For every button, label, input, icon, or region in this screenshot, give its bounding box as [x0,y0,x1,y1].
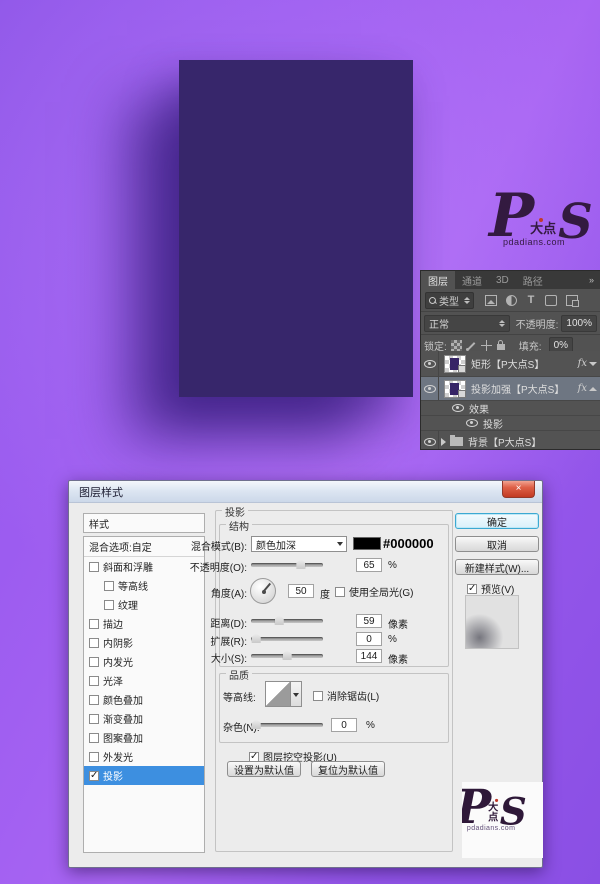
layer-filter-row: 类型 T [421,289,600,312]
use-global-light-checkbox[interactable]: 使用全局光(G) [335,584,413,599]
opacity-label: 不透明度: [516,316,559,331]
distance-slider[interactable] [251,619,323,623]
style-item-outer-glow[interactable]: 外发光 [84,747,204,766]
style-item-satin[interactable]: 光泽 [84,671,204,690]
photoshop-canvas: P 大点 S pdadians.com 图层 通道 3D 路径 » 类型 [0,0,600,884]
new-style-button[interactable]: 新建样式(W)... [455,559,539,575]
preview-checkbox[interactable]: 预览(V) [467,581,514,596]
filter-adjustment-layers-icon[interactable] [506,295,517,306]
updown-arrows-icon [499,320,505,327]
tab-3d[interactable]: 3D [489,271,516,289]
watermark-dadian: 大点 [530,223,556,236]
layer-row-background-group[interactable]: 背景【P大点S】 [421,431,600,449]
fx-badge: fx [578,358,589,369]
filter-pixel-layers-icon[interactable] [485,295,497,306]
reset-default-button[interactable]: 复位为默认值 [311,761,385,777]
contour-thumbnail[interactable] [265,681,291,707]
visibility-eye-icon[interactable] [424,438,436,446]
shadow-color-swatch[interactable] [353,537,381,550]
make-default-button[interactable]: 设置为默认值 [227,761,301,777]
effects-row[interactable]: 效果 [421,401,600,416]
size-value-field[interactable]: 144 [356,649,382,663]
opacity-value-field[interactable]: 65 [356,558,382,572]
cancel-button[interactable]: 取消 [455,536,539,552]
ps-watermark-top: P 大点 S pdadians.com [489,186,593,247]
close-icon[interactable]: × [502,481,535,498]
style-item-gradient-overlay[interactable]: 渐变叠加 [84,709,204,728]
noise-slider[interactable] [251,723,323,727]
blend-mode-label: 混合模式(B): [153,538,247,553]
blend-mode-select[interactable]: 颜色加深 [251,536,347,552]
size-label: 大小(S): [153,650,247,665]
size-slider[interactable] [251,654,323,658]
tab-paths[interactable]: 路径 [516,271,550,289]
angle-value-field[interactable]: 50 [288,584,314,598]
blend-opacity-row: 正常 不透明度: 100% [421,312,600,335]
layer-thumbnail[interactable] [444,380,466,398]
styles-list: 混合选项:自定 斜面和浮雕 等高线 纹理 描边 内阴影 内发光 光泽 颜色叠加 … [83,536,205,853]
expand-group-icon[interactable] [441,438,446,446]
dialog-title-bar[interactable]: 图层样式 [69,481,542,503]
angle-dial[interactable] [250,578,276,604]
styles-header: 样式 [83,513,205,533]
visibility-eye-icon[interactable] [466,419,478,427]
lock-pixels-brush-icon[interactable] [466,340,477,351]
style-item-pattern-overlay[interactable]: 图案叠加 [84,728,204,747]
ok-button[interactable]: 确定 [455,513,539,529]
watermark-dadian: 大点 [488,803,498,823]
lock-all-icon[interactable] [496,340,507,351]
drop-shadow-effect-row[interactable]: 投影 [421,416,600,431]
style-item-drop-shadow[interactable]: 投影 [84,766,204,785]
angle-label: 角度(A): [153,585,247,600]
visibility-eye-icon[interactable] [424,385,436,393]
blend-mode-dropdown[interactable]: 正常 [424,315,510,332]
distance-label: 距离(D): [153,615,247,630]
lock-position-move-icon[interactable] [481,340,492,351]
spread-value-field[interactable]: 0 [356,632,382,646]
dialog-title: 图层样式 [79,484,123,500]
preview-thumbnail [465,595,519,649]
group-folder-icon [450,437,463,446]
anti-alias-checkbox[interactable]: 消除锯齿(L) [313,688,379,703]
ps-watermark-bottom-box: P 大点 S pdadians.com [462,782,543,858]
layer-row-shadow-boost[interactable]: 投影加强【P大点S】 fx [421,377,600,401]
search-icon [429,297,436,304]
lock-transparency-icon[interactable] [451,340,462,351]
panel-menu-button[interactable]: » [583,271,600,289]
visibility-eye-icon[interactable] [424,360,436,368]
style-item-color-overlay[interactable]: 颜色叠加 [84,690,204,709]
section-title: 投影 [222,504,248,519]
filter-shape-layers-icon[interactable] [545,295,557,306]
ps-watermark-bottom: P 大点 S pdadians.com [462,784,527,832]
collapse-effects-icon[interactable] [589,362,597,366]
updown-arrows-icon [464,297,470,304]
layers-panel: 图层 通道 3D 路径 » 类型 T 正常 [420,270,600,450]
opacity-slider[interactable] [251,563,323,567]
layers-list: 矩形【P大点S】 fx 投影加强【P大点S】 fx 效果 [421,351,600,449]
distance-value-field[interactable]: 59 [356,614,382,628]
tab-channels[interactable]: 通道 [455,271,489,289]
fx-badge: fx [578,383,589,394]
collapse-effects-icon[interactable] [589,387,597,391]
contour-label: 等高线: [223,689,256,704]
color-hex-annotation: #000000 [383,536,434,551]
filter-kind-dropdown[interactable]: 类型 [425,292,474,309]
shadow-opacity-label: 不透明度(O): [153,559,247,574]
spread-label: 扩展(R): [153,633,247,648]
spread-slider[interactable] [251,637,323,641]
filter-smart-objects-icon[interactable] [566,295,578,306]
visibility-eye-icon[interactable] [452,404,464,412]
poster-rectangle [179,60,413,397]
layer-row-rectangle[interactable]: 矩形【P大点S】 fx [421,351,600,377]
noise-value-field[interactable]: 0 [331,718,357,732]
panel-tab-bar: 图层 通道 3D 路径 » [421,271,600,289]
contour-dropdown-arrow[interactable] [291,681,302,707]
filter-type-layers-icon[interactable]: T [526,295,536,306]
tab-layers[interactable]: 图层 [421,271,455,289]
layer-thumbnail[interactable] [444,355,466,373]
opacity-value[interactable]: 100% [561,315,597,332]
